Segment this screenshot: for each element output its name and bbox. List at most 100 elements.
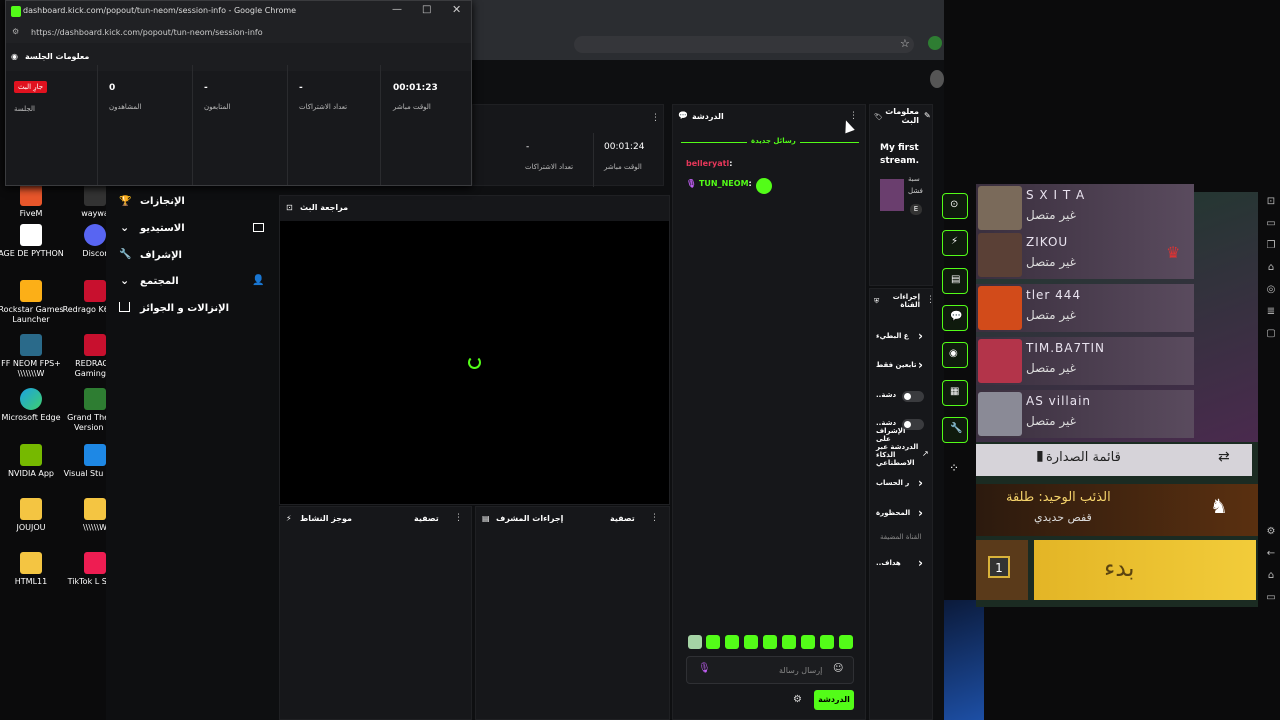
layout-tool[interactable]: ▦ xyxy=(942,380,968,406)
layers-icon[interactable]: ≣ xyxy=(1262,306,1280,324)
external-link-icon[interactable]: ↗ xyxy=(922,449,929,458)
nav-moderation[interactable]: 🔧 الإشراف xyxy=(112,248,272,270)
location-icon[interactable]: ◎ xyxy=(1262,284,1280,302)
desktop-icon-label: Discor xyxy=(82,249,108,258)
chat-input[interactable]: 🎙 إرسال رسالة ☺ xyxy=(686,656,854,684)
copy-icon[interactable]: ❐ xyxy=(1262,240,1280,258)
profile-avatar[interactable] xyxy=(928,36,942,50)
settings-gear-icon[interactable]: ⚙ xyxy=(1262,526,1280,544)
more-menu-icon[interactable]: ⋮ xyxy=(454,513,463,523)
emote-icon[interactable] xyxy=(763,635,777,649)
settings-gear-icon[interactable]: ⚙ xyxy=(793,694,802,705)
nav-community[interactable]: ⌄ المجتمع 👤 xyxy=(112,274,272,296)
emoji-icon[interactable]: ☺ xyxy=(833,663,843,674)
rockstar-icon xyxy=(20,280,42,302)
event-title: الذئب الوحيد: طلقة xyxy=(1006,490,1111,505)
action-label: تابعين فقط xyxy=(876,361,917,369)
chat-tool[interactable]: 💬 xyxy=(942,305,968,331)
more-menu-icon[interactable]: ⋮ xyxy=(650,513,659,523)
player-row[interactable]: TIM.BA7TIN غير متصل xyxy=(976,337,1194,385)
square-icon[interactable]: ▢ xyxy=(1262,328,1280,346)
studio-icon xyxy=(253,223,264,232)
player-status: غير متصل xyxy=(1026,208,1076,222)
screenshot-tool[interactable]: ⊙ xyxy=(942,193,968,219)
chat-username[interactable]: TUN_NEOM xyxy=(699,179,749,188)
emote-icon[interactable] xyxy=(839,635,853,649)
desktop-icon[interactable]: FF NEOM FPS+ \\\\\\\W xyxy=(0,334,66,379)
player-row[interactable]: S X I T A غير متصل xyxy=(976,184,1194,232)
action-followers-only[interactable]: تابعين فقط › xyxy=(876,358,932,373)
player-row[interactable]: tler 444 غير متصل xyxy=(976,284,1194,332)
user-avatar[interactable] xyxy=(930,70,944,88)
desktop-icon[interactable]: AGE DE PYTHON xyxy=(0,224,66,259)
fivem-icon xyxy=(20,184,42,206)
edit-pencil-icon[interactable]: ✎ xyxy=(924,111,931,120)
chat-username[interactable]: belleryatl xyxy=(686,159,729,168)
action-account[interactable]: ر الحساب › xyxy=(876,476,932,491)
discord-icon xyxy=(84,224,106,246)
nav-achievements[interactable]: 🏆 الإنجازات xyxy=(112,194,272,216)
bookmark-star-icon[interactable]: ☆ xyxy=(900,37,910,50)
close-icon[interactable]: ✕ xyxy=(452,3,461,16)
desktop-icon-label: waywa xyxy=(81,209,109,218)
maximize-icon[interactable]: □ xyxy=(422,4,431,15)
doc-tool[interactable]: ▤ xyxy=(942,268,968,294)
player-name: TIM.BA7TIN xyxy=(1026,341,1105,355)
loading-spinner xyxy=(468,356,481,369)
recent-apps-icon[interactable]: ▭ xyxy=(1262,592,1280,610)
wrench-tool[interactable]: 🔧 xyxy=(942,417,968,443)
game-window: S X I T A غير متصل ZIKOU غير متصل ♛ tler 44… xyxy=(976,184,1258,607)
back-arrow-icon[interactable]: ← xyxy=(1262,548,1280,566)
chat-send-button[interactable]: الدردشة xyxy=(814,690,854,710)
emote-icon[interactable] xyxy=(688,635,702,649)
action-slow-mode[interactable]: ع البطيء › xyxy=(876,329,932,344)
desktop-icon[interactable]: Rockstar Games Launcher xyxy=(0,280,66,325)
toggle-switch[interactable] xyxy=(902,391,924,402)
desktop-icon[interactable]: JOUJOU xyxy=(0,498,66,533)
popup-urlbar[interactable]: ⚙ https://dashboard.kick.com/popout/tun-… xyxy=(6,23,471,43)
panel-title: إجراءات المشرف xyxy=(496,514,564,523)
nav-drops[interactable]: الإنزالات و الجوائز xyxy=(112,301,272,323)
action-banned[interactable]: المحظورة › xyxy=(876,506,932,521)
bolt-tool[interactable]: ⚡ xyxy=(942,230,968,256)
filter-button[interactable]: تصفية xyxy=(610,514,635,523)
language-badge: E xyxy=(910,204,922,215)
more-tools-icon[interactable]: ⁘ xyxy=(949,461,959,475)
emote-icon[interactable] xyxy=(782,635,796,649)
leaderboard-button[interactable]: قائمة الصدارة ▮ ⇄ xyxy=(976,444,1252,476)
filter-button[interactable]: تصفية xyxy=(414,514,439,523)
emote-icon[interactable] xyxy=(820,635,834,649)
desktop-icon[interactable]: Microsoft Edge xyxy=(0,388,66,423)
edge-icon xyxy=(20,388,42,410)
folder-icon[interactable]: ▭ xyxy=(1262,218,1280,236)
rank-emblem-icon: ♛ xyxy=(1166,243,1181,262)
nav-studio[interactable]: ⌄ الاستيديو xyxy=(112,221,272,243)
screenshot-icon[interactable]: ⊡ xyxy=(1262,196,1280,214)
emote-icon[interactable] xyxy=(706,635,720,649)
start-button[interactable]: بدء xyxy=(1034,540,1256,600)
emote-icon[interactable] xyxy=(725,635,739,649)
tag-icon[interactable]: ⌂ xyxy=(1262,262,1280,280)
broadcast-tool[interactable]: ◉ xyxy=(942,342,968,368)
level-badge: 1 xyxy=(988,556,1010,578)
action-toggle[interactable]: ..دشة xyxy=(876,391,932,403)
desktop-icon[interactable]: NVIDIA App xyxy=(0,444,66,479)
home-icon[interactable]: ⌂ xyxy=(1262,570,1280,588)
emote-icon[interactable] xyxy=(801,635,815,649)
address-bar[interactable] xyxy=(574,36,914,53)
player-row[interactable]: AS villain غير متصل xyxy=(976,390,1194,438)
more-menu-icon[interactable]: ⋮ xyxy=(651,113,660,123)
more-menu-icon[interactable]: ⋮ xyxy=(926,295,935,305)
toggle-switch[interactable] xyxy=(902,419,924,430)
preview-icon: ⊡ xyxy=(286,203,293,212)
desktop-icon[interactable]: HTML11 xyxy=(0,552,66,587)
player-row[interactable]: ZIKOU غير متصل ♛ xyxy=(976,231,1194,279)
site-info-icon[interactable]: ⚙ xyxy=(12,27,19,36)
chat-message: belleryatl: xyxy=(686,159,732,168)
action-goals[interactable]: ..هداف › xyxy=(876,556,932,571)
desktop-icon[interactable]: FiveM xyxy=(0,184,66,219)
event-banner[interactable]: الذئب الوحيد: طلقة قفص حديدي ♞ xyxy=(976,484,1258,536)
channel-actions-panel: ⛨ إجراءات القناة ⋮ ع البطيء › تابعين فقط ›… xyxy=(869,288,935,720)
emote-icon[interactable] xyxy=(744,635,758,649)
minimize-icon[interactable]: — xyxy=(392,4,402,15)
